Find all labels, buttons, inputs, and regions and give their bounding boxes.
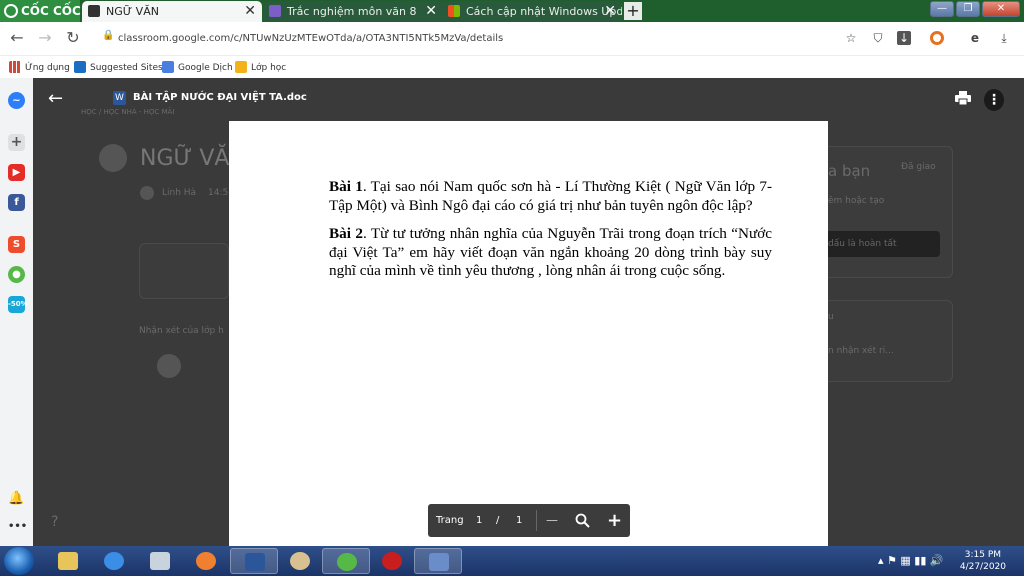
mark-done-button[interactable]: dấu là hoàn tất	[818, 231, 940, 257]
downloads-icon[interactable]: ⤓	[997, 31, 1011, 45]
bookmark-star-icon[interactable]: ☆	[844, 31, 858, 45]
author-name: Linh Hà	[162, 188, 197, 198]
garena-icon[interactable]	[368, 548, 416, 574]
page-separator: /	[496, 515, 500, 526]
close-tab-icon[interactable]: ✕	[604, 1, 616, 22]
private-comment-input[interactable]: n nhận xét ri...	[828, 346, 894, 356]
add-or-create[interactable]: êm hoặc tạo	[828, 196, 884, 206]
translate-icon	[162, 61, 174, 73]
more-options-icon[interactable]: ⋮	[984, 89, 1004, 111]
bookmarks-bar: Ứng dụng Suggested Sites Google Dịch Lớp…	[0, 56, 1024, 78]
network-app-icon[interactable]	[414, 548, 462, 574]
youtube-icon[interactable]: ▶	[8, 164, 25, 181]
add-icon[interactable]: +	[8, 134, 25, 151]
word-doc-icon: W	[113, 91, 126, 105]
total-pages: 1	[516, 515, 523, 526]
forward-arrow-icon[interactable]: →	[34, 28, 56, 47]
classroom-icon	[88, 5, 100, 17]
apps-grid-icon	[9, 61, 21, 73]
window-controls: — ❐ ✕	[928, 1, 1020, 17]
author-avatar	[140, 186, 154, 200]
browser-toolbar: ← → ↻ 🔒 classroom.google.com/c/NTUwNzUzM…	[0, 22, 1024, 56]
download-icon[interactable]: ↓	[897, 31, 911, 45]
zoom-out-icon[interactable]: —	[546, 504, 558, 537]
minimize-icon[interactable]: —	[930, 1, 954, 17]
page-controls: Trang 1 / 1 — +	[428, 504, 630, 537]
tray-flag-icon[interactable]: ▴ ⚑ ▦ ▮▮ 🔊	[878, 554, 944, 567]
tab-windows-update[interactable]: Cách cập nhật Windows Upd ✕	[442, 1, 622, 22]
back-arrow-icon[interactable]: ←	[6, 28, 28, 47]
messenger-icon[interactable]: ~	[8, 92, 25, 109]
document-page: Bài 1. Tại sao nói Nam quốc sơn hà - Lí …	[229, 121, 828, 546]
assigned-status: Đã giao	[901, 162, 936, 172]
document-body: Bài 1. Tại sao nói Nam quốc sơn hà - Lí …	[329, 178, 772, 291]
classroom-icon	[235, 61, 247, 73]
course-title: NGỮ VĂ	[140, 146, 230, 171]
zoom-in-icon[interactable]: +	[607, 504, 622, 537]
bookmark-google-dich[interactable]: Google Dịch	[162, 61, 233, 73]
assignment-icon	[99, 144, 127, 172]
attachment-thumbnail[interactable]	[139, 243, 229, 299]
profile-icon[interactable]: e	[968, 31, 982, 45]
current-page[interactable]: 1	[476, 504, 482, 537]
word-taskbar-icon[interactable]	[230, 548, 278, 574]
viewer-header: W BÀI TẬP NƯỚC ĐẠI VIỆT TA.doc	[33, 78, 1024, 122]
start-button-icon[interactable]	[4, 547, 34, 575]
internet-explorer-icon[interactable]	[90, 548, 138, 574]
paint-icon[interactable]	[276, 548, 324, 574]
clock-date: 4/27/2020	[959, 562, 1006, 572]
bell-icon[interactable]: 🔔	[8, 490, 25, 507]
extension-icon[interactable]	[930, 31, 944, 45]
bookmark-apps[interactable]: Ứng dụng	[9, 61, 70, 73]
restore-icon[interactable]: ❐	[956, 1, 980, 17]
new-tab-button[interactable]: +	[624, 2, 642, 20]
post-time: 14:5	[208, 188, 229, 198]
coccoc-taskbar-icon[interactable]	[322, 548, 370, 574]
close-window-icon[interactable]: ✕	[982, 1, 1020, 17]
class-comments-label: Nhận xét của lớp h	[139, 326, 224, 336]
clock-time: 3:15 PM	[964, 550, 1002, 560]
windows-taskbar: ▴ ⚑ ▦ ▮▮ 🔊 3:15 PM 4/27/2020	[0, 546, 1024, 576]
windows-icon	[448, 5, 460, 17]
zoom-icon[interactable]	[575, 513, 590, 528]
your-work-title: a bạn	[828, 162, 871, 180]
promo-icon[interactable]: -50%	[8, 296, 28, 313]
commenter-avatar	[157, 354, 181, 378]
close-tab-icon[interactable]: ✕	[244, 1, 256, 22]
system-tray: ▴ ⚑ ▦ ▮▮ 🔊 3:15 PM 4/27/2020	[864, 546, 1024, 576]
reload-icon[interactable]: ↻	[62, 28, 84, 47]
more-icon[interactable]: •••	[8, 518, 27, 535]
pager-divider	[536, 510, 537, 531]
coccoc-logo[interactable]: CỐC CỐC	[0, 0, 81, 22]
forms-icon	[269, 5, 281, 17]
address-bar[interactable]: classroom.google.com/c/NTUwNzUzMTEwOTda/…	[96, 27, 876, 51]
shield-icon[interactable]: ⛉	[871, 31, 885, 45]
media-player-icon[interactable]	[182, 548, 230, 574]
coccoc-game-icon[interactable]: ●	[8, 266, 25, 283]
help-icon[interactable]: ?	[51, 514, 58, 530]
browser-sidebar: ~ + ▶ f S ● -50% 🔔 •••	[0, 78, 33, 546]
bookmark-suggested-sites[interactable]: Suggested Sites	[74, 61, 163, 73]
explorer-icon[interactable]	[44, 548, 92, 574]
tab-trac-nghiem[interactable]: Trắc nghiệm môn văn 8 ✕	[263, 1, 443, 22]
file-name: BÀI TẬP NƯỚC ĐẠI VIỆT TA.doc	[133, 92, 307, 103]
shopee-icon[interactable]: S	[8, 236, 25, 253]
bookmark-lop-hoc[interactable]: Lớp học	[235, 61, 286, 73]
question-1: Bài 1. Tại sao nói Nam quốc sơn hà - Lí …	[329, 178, 772, 214]
print-icon[interactable]	[955, 91, 971, 105]
private-comments-label: u	[828, 312, 834, 322]
tab-ngu-van[interactable]: NGỮ VĂN ✕	[82, 1, 262, 22]
close-tab-icon[interactable]: ✕	[425, 1, 437, 22]
bing-icon	[74, 61, 86, 73]
facebook-icon[interactable]: f	[8, 194, 25, 211]
coccoc-icon	[4, 4, 18, 18]
page-label: Trang	[436, 515, 464, 526]
calculator-icon[interactable]	[136, 548, 184, 574]
clock[interactable]: 3:15 PM 4/27/2020	[960, 549, 1006, 573]
browser-tab-bar: CỐC CỐC NGỮ VĂN ✕ Trắc nghiệm môn văn 8 …	[0, 0, 1024, 22]
question-2: Bài 2. Từ tư tưởng nhân nghĩa của Nguyễn…	[329, 225, 772, 279]
